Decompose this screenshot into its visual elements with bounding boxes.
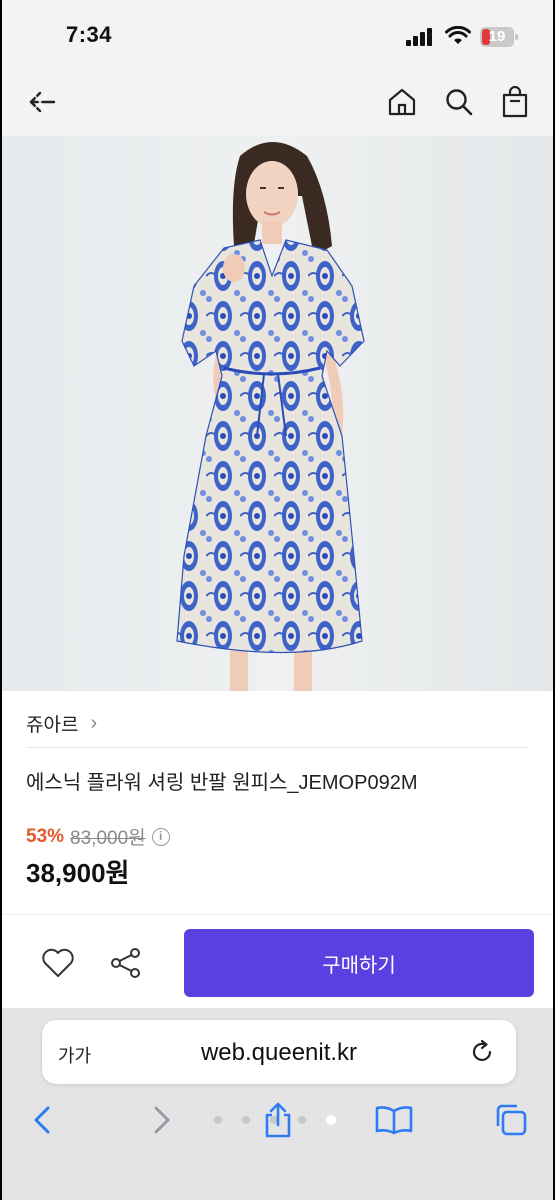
product-image[interactable] bbox=[2, 136, 553, 691]
phone-screen: 7:34 19 쥬아르 › 에스닉 플라워 셔링 반팔 원피스_JEMOP092… bbox=[2, 0, 553, 1200]
discount-rate: 53% bbox=[26, 825, 65, 847]
product-title: 에스닉 플라워 셔링 반팔 원피스_JEMOP092M bbox=[26, 772, 418, 794]
price-row: 53% 83,000원 i bbox=[26, 823, 170, 850]
chevron-right-icon: › bbox=[90, 712, 98, 734]
wifi-icon bbox=[445, 26, 471, 44]
browser-share-icon[interactable] bbox=[256, 1098, 300, 1142]
share-icon[interactable] bbox=[106, 943, 146, 983]
back-arrow-icon[interactable] bbox=[22, 82, 62, 122]
address-bar[interactable]: 가가 web.queenit.kr bbox=[42, 1020, 516, 1084]
heart-icon[interactable] bbox=[38, 943, 78, 983]
cellular-signal-icon bbox=[406, 28, 434, 46]
home-icon[interactable] bbox=[382, 82, 422, 122]
browser-toolbar: 가가 web.queenit.kr bbox=[2, 1008, 553, 1200]
top-nav bbox=[2, 66, 553, 136]
tabs-icon[interactable] bbox=[489, 1098, 533, 1142]
browser-back-icon[interactable] bbox=[20, 1098, 64, 1142]
shopping-bag-icon[interactable] bbox=[495, 82, 535, 122]
search-icon[interactable] bbox=[439, 82, 479, 122]
status-bar: 7:34 19 bbox=[2, 0, 553, 66]
buy-button[interactable]: 구매하기 bbox=[184, 929, 534, 997]
browser-forward-icon[interactable] bbox=[140, 1098, 184, 1142]
bookmarks-icon[interactable] bbox=[372, 1098, 416, 1142]
dress-model-illustration bbox=[2, 136, 553, 691]
battery-icon: 19 bbox=[480, 27, 518, 47]
original-price: 83,000원 bbox=[70, 828, 146, 849]
battery-level: 19 bbox=[488, 28, 506, 45]
brand-name: 쥬아르 bbox=[26, 715, 79, 736]
purchase-bar: 구매하기 bbox=[2, 914, 553, 1010]
status-time: 7:34 bbox=[66, 22, 113, 47]
url-text[interactable]: web.queenit.kr bbox=[42, 1039, 516, 1067]
reload-icon[interactable] bbox=[468, 1038, 496, 1066]
info-icon[interactable]: i bbox=[151, 827, 170, 846]
sale-price: 38,900원 bbox=[26, 858, 130, 888]
brand-link[interactable]: 쥬아르 › bbox=[26, 700, 529, 748]
